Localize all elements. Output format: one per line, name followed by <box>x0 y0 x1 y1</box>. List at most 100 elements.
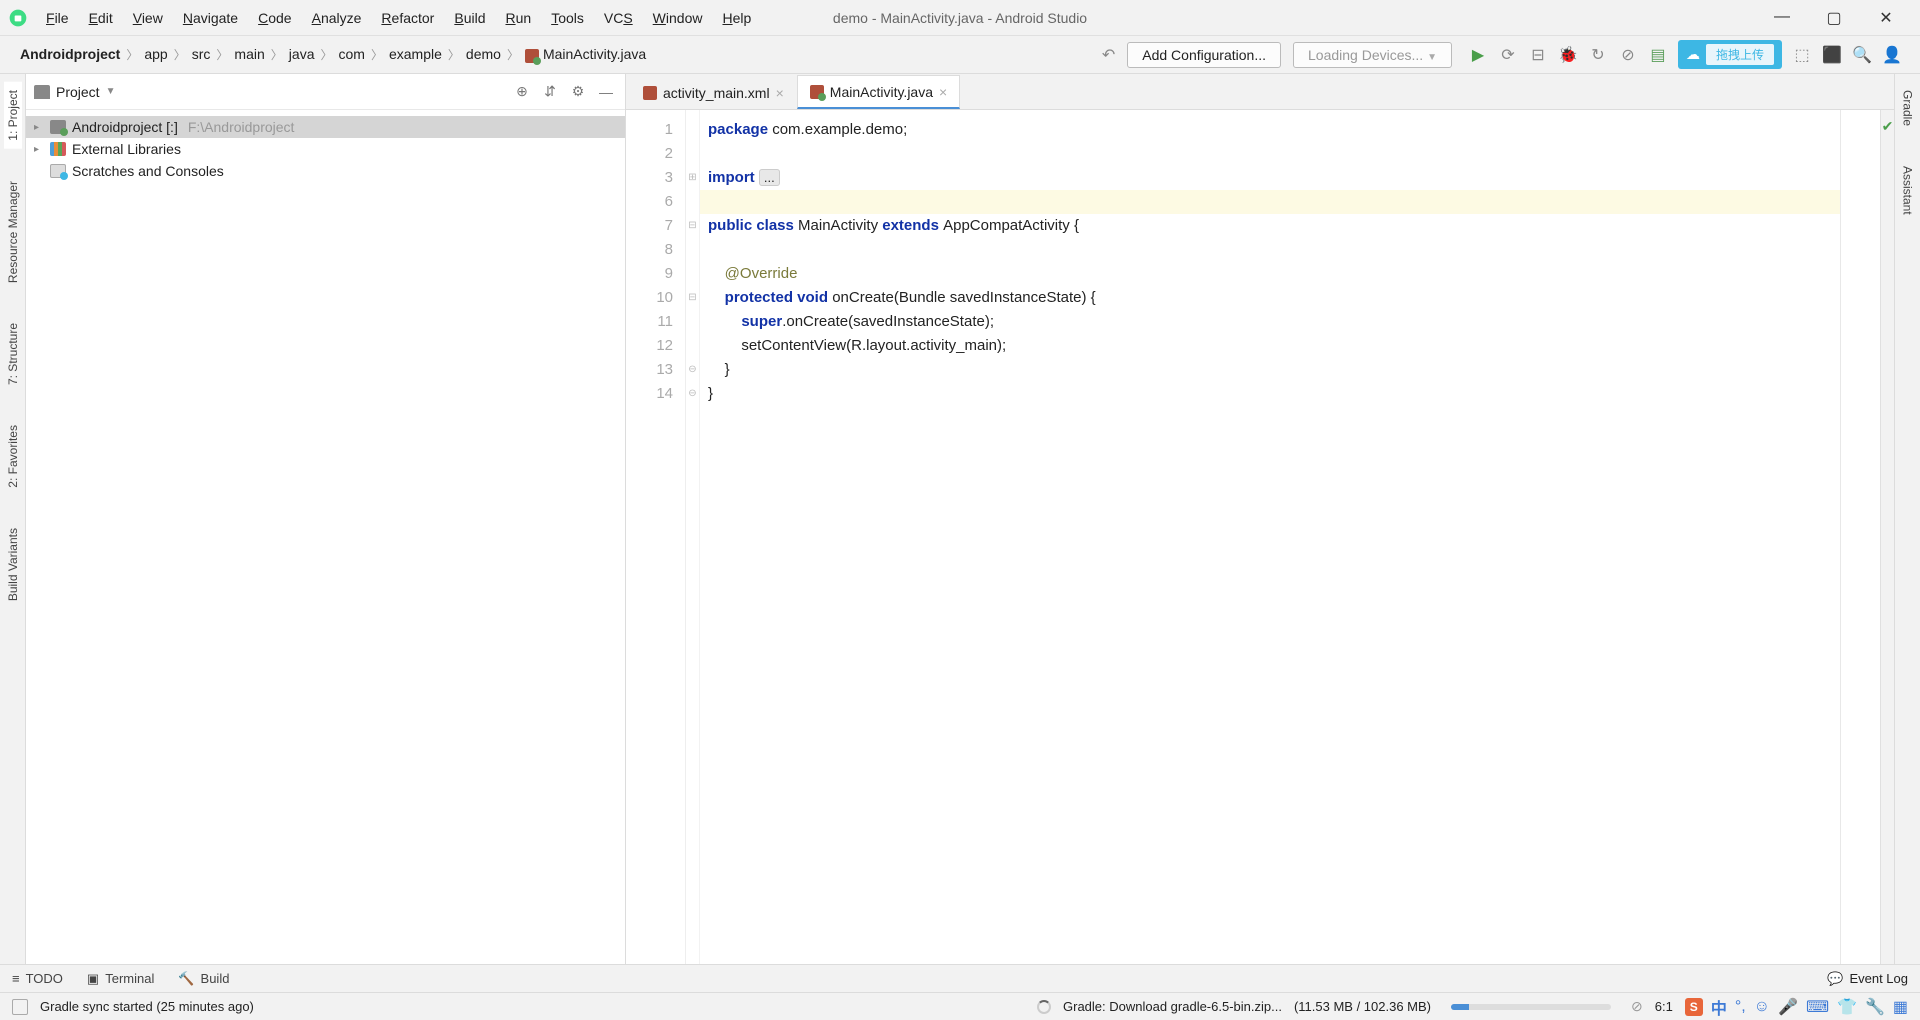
tab-close-button[interactable]: × <box>939 84 947 100</box>
menu-window[interactable]: Window <box>645 6 711 30</box>
fold-toggle[interactable] <box>686 334 699 358</box>
line-number[interactable]: 1 <box>626 118 673 142</box>
left-tab-resource-manager[interactable]: Resource Manager <box>4 173 22 291</box>
sync-gradle-button[interactable]: ⬚ <box>1790 43 1814 67</box>
line-number[interactable]: 8 <box>626 238 673 262</box>
breadcrumb-mainactivity-java[interactable]: MainActivity.java <box>521 44 650 64</box>
fold-gutter[interactable]: ⊞⊟⊟⊖⊖ <box>686 110 700 964</box>
sogou-ime-icon[interactable]: S <box>1685 998 1703 1016</box>
status-bar-menu-icon[interactable] <box>12 999 28 1015</box>
line-number[interactable]: 10 <box>626 286 673 310</box>
cursor-position[interactable]: 6:1 <box>1655 999 1673 1014</box>
line-number[interactable]: 14 <box>626 382 673 406</box>
line-number[interactable]: 3 <box>626 166 673 190</box>
tree-arrow-icon[interactable]: ▸ <box>34 122 44 133</box>
menu-refactor[interactable]: Refactor <box>373 6 442 30</box>
menu-code[interactable]: Code <box>250 6 299 30</box>
fold-toggle[interactable] <box>686 238 699 262</box>
fold-toggle[interactable]: ⊖ <box>686 358 699 382</box>
maximize-button[interactable]: ▢ <box>1816 8 1852 28</box>
menu-run[interactable]: Run <box>497 6 539 30</box>
code-line[interactable] <box>708 142 1840 166</box>
minimize-button[interactable]: — <box>1764 8 1800 28</box>
tree-item-external-libraries[interactable]: ▸ External Libraries <box>26 138 625 160</box>
breadcrumb-com[interactable]: com <box>335 44 369 64</box>
device-dropdown[interactable]: Loading Devices... ▼ <box>1293 42 1452 68</box>
menu-view[interactable]: View <box>125 6 171 30</box>
code-line[interactable]: import ... <box>708 166 1840 190</box>
left-tab-2-favorites[interactable]: 2: Favorites <box>4 417 22 496</box>
breadcrumb-app[interactable]: app <box>140 44 171 64</box>
ime-keyboard-icon[interactable]: ⌨ <box>1806 997 1829 1017</box>
tab-close-button[interactable]: × <box>776 85 784 101</box>
run-button[interactable]: ▶ <box>1466 43 1490 67</box>
tree-arrow-icon[interactable]: ▸ <box>34 144 44 155</box>
line-number[interactable]: 12 <box>626 334 673 358</box>
breadcrumb-androidproject[interactable]: Androidproject <box>16 44 124 64</box>
event-log-button[interactable]: Event Log <box>1849 971 1908 986</box>
cloud-upload-button[interactable]: ☁ 拖拽上传 <box>1678 40 1782 69</box>
close-button[interactable]: ✕ <box>1868 8 1904 28</box>
fold-toggle[interactable]: ⊞ <box>686 166 699 190</box>
breadcrumb-java[interactable]: java <box>285 44 319 64</box>
ime-tools-icon[interactable]: 🔧 <box>1865 997 1885 1017</box>
project-view-selector[interactable]: Project <box>56 84 100 100</box>
tree-item-scratches-and-consoles[interactable]: Scratches and Consoles <box>26 160 625 182</box>
ime-punct-icon[interactable]: °, <box>1735 998 1746 1016</box>
menu-edit[interactable]: Edit <box>81 6 121 30</box>
menu-build[interactable]: Build <box>446 6 493 30</box>
code-line[interactable] <box>708 190 1840 214</box>
bottom-tool-build[interactable]: 🔨Build <box>178 971 229 987</box>
breadcrumb-example[interactable]: example <box>385 44 446 64</box>
cancel-download-button[interactable]: ⊘ <box>1631 998 1643 1015</box>
sdk-manager-button[interactable]: ⬛ <box>1820 43 1844 67</box>
stop-button[interactable]: ⊘ <box>1616 43 1640 67</box>
search-everywhere-button[interactable]: 🔍 <box>1850 43 1874 67</box>
menu-analyze[interactable]: Analyze <box>304 6 370 30</box>
editor-tab-mainactivity-java[interactable]: MainActivity.java × <box>797 75 960 109</box>
menu-tools[interactable]: Tools <box>543 6 592 30</box>
bottom-tool-terminal[interactable]: ▣Terminal <box>87 971 154 987</box>
tree-arrow-icon[interactable] <box>34 166 44 177</box>
line-number[interactable]: 9 <box>626 262 673 286</box>
debug-button[interactable]: ⊟ <box>1526 43 1550 67</box>
profiler-button[interactable]: ↻ <box>1586 43 1610 67</box>
code-line[interactable]: package com.example.demo; <box>708 118 1840 142</box>
code-editor[interactable]: package com.example.demo;import ...publi… <box>700 110 1840 964</box>
code-line[interactable]: } <box>708 382 1840 406</box>
line-number[interactable]: 13 <box>626 358 673 382</box>
code-line[interactable]: setContentView(R.layout.activity_main); <box>708 334 1840 358</box>
line-number[interactable]: 6 <box>626 190 673 214</box>
tree-item-androidproject-[interactable]: ▸ Androidproject [:] F:\Androidproject <box>26 116 625 138</box>
locate-file-button[interactable]: ⊕ <box>511 81 533 103</box>
line-number-gutter[interactable]: 12367891011121314 <box>626 110 686 964</box>
fold-toggle[interactable] <box>686 118 699 142</box>
project-tree[interactable]: ▸ Androidproject [:] F:\Androidproject ▸… <box>26 110 625 964</box>
left-tab-1-project[interactable]: 1: Project <box>4 82 22 149</box>
bottom-tool-todo[interactable]: ≡TODO <box>12 971 63 987</box>
apply-changes-button[interactable]: ⟳ <box>1496 43 1520 67</box>
expand-all-button[interactable]: ⇵ <box>539 81 561 103</box>
fold-toggle[interactable] <box>686 190 699 214</box>
fold-toggle[interactable] <box>686 310 699 334</box>
ime-emoji-icon[interactable]: ☺ <box>1754 998 1770 1016</box>
ime-menu-icon[interactable]: ▦ <box>1893 997 1908 1017</box>
breadcrumb-demo[interactable]: demo <box>462 44 505 64</box>
fold-toggle[interactable]: ⊟ <box>686 286 699 310</box>
editor-marker-bar[interactable] <box>1840 110 1880 964</box>
code-line[interactable]: protected void onCreate(Bundle savedInst… <box>708 286 1840 310</box>
ime-lang-indicator[interactable]: 中 <box>1711 995 1727 1019</box>
attach-debugger-button[interactable]: 🐞 <box>1556 43 1580 67</box>
settings-button[interactable]: ⚙ <box>567 81 589 103</box>
code-line[interactable]: @Override <box>708 262 1840 286</box>
ime-skin-icon[interactable]: 👕 <box>1837 997 1857 1017</box>
avd-manager-button[interactable]: ▤ <box>1646 43 1670 67</box>
code-line[interactable]: super.onCreate(savedInstanceState); <box>708 310 1840 334</box>
editor-inspection-strip[interactable]: ✔ <box>1880 110 1894 964</box>
user-icon[interactable]: 👤 <box>1880 43 1904 67</box>
fold-toggle[interactable]: ⊖ <box>686 382 699 406</box>
right-tab-assistant[interactable]: Assistant <box>1899 158 1917 223</box>
menu-help[interactable]: Help <box>714 6 759 30</box>
menu-file[interactable]: File <box>38 6 77 30</box>
ime-mic-icon[interactable]: 🎤 <box>1778 997 1798 1017</box>
